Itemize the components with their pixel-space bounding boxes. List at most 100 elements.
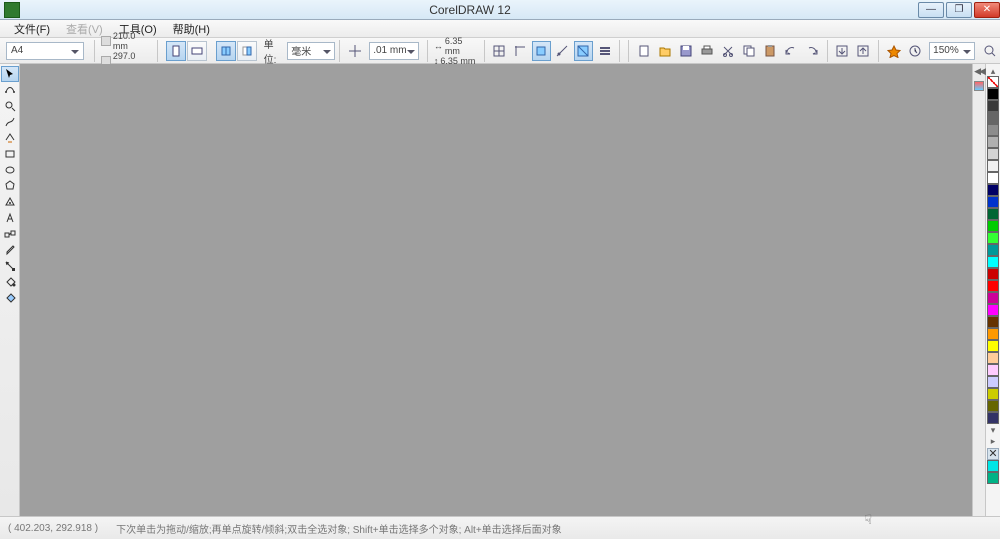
snapto-grid-button[interactable] [490,41,509,61]
swatch[interactable] [987,100,999,112]
app-icon [4,2,20,18]
swatch[interactable] [987,184,999,196]
swatch[interactable] [987,196,999,208]
rectangle-tool[interactable] [1,146,19,162]
status-bar: ( 402.203, 292.918 ) 下次单击为拖动/缩放;再单点旋转/倾斜… [0,516,1000,539]
zoom-dropdown-button[interactable] [980,41,999,61]
palette-close[interactable]: ✕ [987,448,999,460]
swatch[interactable] [987,400,999,412]
copy-button[interactable] [739,41,758,61]
portrait-button[interactable] [166,41,186,61]
property-bar: A4 210.0 mm 297.0 mm 单位: 毫米 .01 mm ↔6.35… [0,38,1000,64]
paper-size-select[interactable]: A4 [6,42,84,60]
swatch[interactable] [987,304,999,316]
swatch[interactable] [987,172,999,184]
swatch[interactable] [987,208,999,220]
swatch[interactable] [987,136,999,148]
menu-file[interactable]: 文件(F) [6,20,58,38]
swatch[interactable] [987,220,999,232]
current-page-button[interactable] [237,41,257,61]
toolbox [0,64,20,516]
undo-button[interactable] [782,41,801,61]
swatch[interactable] [987,364,999,376]
width-icon [101,36,111,46]
zoom-tool[interactable] [1,98,19,114]
expand-arrows-icon: ◀◀ [974,66,984,77]
palette-flyout[interactable]: ▸ [987,436,999,446]
treat-as-filled-button[interactable] [574,41,593,61]
swatch[interactable] [987,352,999,364]
swatch[interactable] [987,328,999,340]
export-button[interactable] [854,41,873,61]
unit-select[interactable]: 毫米 [287,42,335,60]
app-launcher-button[interactable] [884,41,903,61]
freehand-tool[interactable] [1,114,19,130]
cursor-coords: ( 402.203, 292.918 ) [8,523,98,534]
ellipse-tool[interactable] [1,162,19,178]
all-pages-button[interactable] [216,41,236,61]
swatch[interactable] [987,112,999,124]
redo-button[interactable] [803,41,822,61]
swatch[interactable] [987,232,999,244]
status-hint: 下次单击为拖动/缩放;再单点旋转/倾斜;双击全选对象; Shift+单击选择多个… [116,521,562,536]
swatch-nofill[interactable] [987,76,999,88]
swatch[interactable] [987,88,999,100]
outline-tool[interactable] [1,258,19,274]
dynamic-guides-button[interactable] [553,41,572,61]
snapto-guides-button[interactable] [511,41,530,61]
color-palette: ▴ ▾ ▸ ✕ [986,64,1000,516]
basic-shapes-tool[interactable] [1,194,19,210]
save-button[interactable] [676,41,695,61]
palette-scroll-down[interactable]: ▾ [987,425,999,435]
side-swatch-a[interactable] [987,460,999,472]
minimize-button[interactable]: — [918,2,944,18]
window-title: CorelDRAW 12 [24,3,916,17]
palette-scroll-up[interactable]: ▴ [987,66,999,76]
interactive-fill-tool[interactable] [1,290,19,306]
nudge-input[interactable]: .01 mm [369,42,419,60]
swatch[interactable] [987,376,999,388]
welcome-button[interactable] [905,41,924,61]
side-swatch-b[interactable] [987,472,999,484]
import-button[interactable] [833,41,852,61]
swatch[interactable] [987,292,999,304]
text-tool[interactable] [1,210,19,226]
unit-label: 单位: [264,36,286,66]
close-button[interactable]: ✕ [974,2,1000,18]
swatch[interactable] [987,340,999,352]
docker-tab-icon[interactable] [974,81,984,91]
swatch[interactable] [987,268,999,280]
swatch[interactable] [987,160,999,172]
shape-tool[interactable] [1,82,19,98]
zoom-select[interactable]: 150% [929,42,975,60]
drawing-canvas[interactable] [20,64,972,516]
swatch[interactable] [987,148,999,160]
fill-tool[interactable] [1,274,19,290]
swatch[interactable] [987,124,999,136]
cursor-preview-icon: ☟ [864,512,872,528]
snapto-objects-button[interactable] [532,41,551,61]
eyedropper-tool[interactable] [1,242,19,258]
swatch[interactable] [987,412,999,424]
swatch[interactable] [987,316,999,328]
duplicate-offset[interactable]: ↔6.35 mm ↕6.35 mm [434,36,478,66]
maximize-button[interactable]: ❐ [946,2,972,18]
swatch[interactable] [987,388,999,400]
options-button[interactable] [595,41,614,61]
pick-tool[interactable] [1,66,19,82]
print-button[interactable] [697,41,716,61]
menu-help[interactable]: 帮助(H) [165,20,218,38]
swatch[interactable] [987,280,999,292]
smart-drawing-tool[interactable] [1,130,19,146]
polygon-tool[interactable] [1,178,19,194]
swatch[interactable] [987,244,999,256]
nudge-icon [345,41,364,61]
new-button[interactable] [634,41,653,61]
docker-tabs[interactable]: ◀◀ [972,64,986,516]
paste-button[interactable] [761,41,780,61]
swatch[interactable] [987,256,999,268]
cut-button[interactable] [718,41,737,61]
interactive-blend-tool[interactable] [1,226,19,242]
landscape-button[interactable] [187,41,207,61]
open-button[interactable] [655,41,674,61]
